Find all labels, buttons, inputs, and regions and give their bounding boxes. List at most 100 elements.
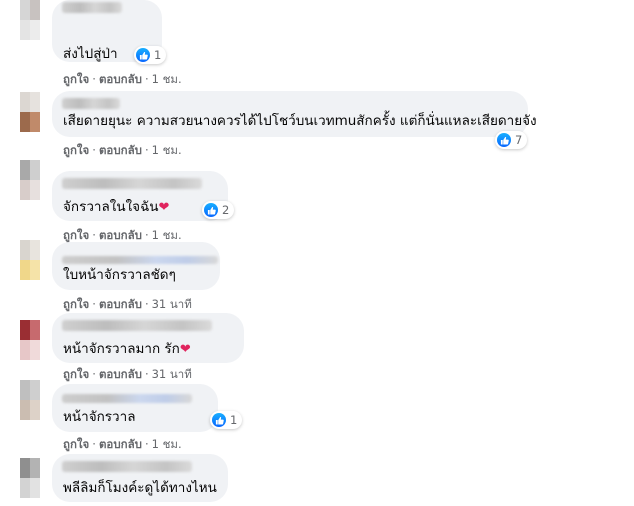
reply-button[interactable]: ตอบกลับ xyxy=(99,71,142,89)
avatar[interactable] xyxy=(20,320,40,360)
comment-text: พลีลิมก็โมงค์ะดูได้ทางไหน xyxy=(63,480,217,496)
comment-timestamp[interactable]: 1 ชม. xyxy=(152,142,182,160)
like-button[interactable]: ถูกใจ xyxy=(63,71,89,89)
avatar[interactable] xyxy=(20,458,40,498)
avatar-pixel xyxy=(30,478,40,498)
reaction-count-value: 1 xyxy=(230,413,238,427)
comment-text: หน้าจักรวาล xyxy=(63,409,136,425)
commenter-name-blurred[interactable] xyxy=(62,98,120,109)
avatar-pixel xyxy=(20,92,30,112)
comment-timestamp[interactable]: 1 ชม. xyxy=(152,436,182,454)
separator-dot: · xyxy=(144,72,149,86)
separator-dot: · xyxy=(92,228,96,242)
avatar-pixel xyxy=(30,458,40,478)
heart-emoji: ❤ xyxy=(179,342,191,357)
separator-dot: · xyxy=(144,437,149,451)
separator-dot: · xyxy=(92,437,96,451)
reply-button[interactable]: ตอบกลับ xyxy=(99,142,142,160)
avatar-pixel xyxy=(20,0,30,20)
comment-actions: ถูกใจ · ตอบกลับ · 31 นาที xyxy=(63,296,192,314)
separator-dot: · xyxy=(144,143,149,157)
comment-text: เสียดายยุนะ ความสวยนางควรได้ไปโชว์บนเวทm… xyxy=(63,113,537,129)
separator-dot: · xyxy=(92,367,96,381)
avatar[interactable] xyxy=(20,240,40,280)
avatar-pixel xyxy=(30,400,40,420)
avatar-pixel xyxy=(20,380,30,400)
reaction-count-value: 7 xyxy=(515,133,523,147)
comment-timestamp[interactable]: 31 นาที xyxy=(152,366,192,384)
reply-button[interactable]: ตอบกลับ xyxy=(99,296,142,314)
comment-actions: ถูกใจ · ตอบกลับ · 31 นาที xyxy=(63,366,192,384)
like-reaction-icon xyxy=(204,203,218,217)
avatar[interactable] xyxy=(20,92,40,132)
separator-dot: · xyxy=(92,297,96,311)
comment-text-value: หน้าจักรวาลมาก รัก xyxy=(63,341,180,357)
separator-dot: · xyxy=(144,297,149,311)
avatar-pixel xyxy=(30,20,40,40)
comment-actions: ถูกใจ · ตอบกลับ · 1 ชม. xyxy=(63,436,182,454)
comment-actions: ถูกใจ · ตอบกลับ · 1 ชม. xyxy=(63,71,182,89)
comment-text: ส่งไปสู่ป่า xyxy=(63,46,118,62)
comment-bubble: เสียดายยุนะ ความสวยนางควรได้ไปโชว์บนเวทm… xyxy=(52,91,537,137)
like-reaction-icon xyxy=(497,133,511,147)
separator-dot: · xyxy=(144,228,149,242)
comment-bubble: ใบหน้าจักรวาลชัดๆ xyxy=(52,242,220,290)
avatar-pixel xyxy=(20,20,30,40)
like-button[interactable]: ถูกใจ xyxy=(63,296,89,314)
comment-text: ใบหน้าจักรวาลชัดๆ xyxy=(63,267,176,283)
like-reaction-icon xyxy=(212,413,226,427)
reaction-count[interactable]: 1 xyxy=(134,46,167,64)
avatar-pixel xyxy=(30,180,40,200)
avatar-pixel xyxy=(30,380,40,400)
reaction-count-value: 2 xyxy=(222,203,230,217)
comment-timestamp[interactable]: 31 นาที xyxy=(152,296,192,314)
avatar-pixel xyxy=(30,340,40,360)
comment-bubble: หน้าจักรวาลมาก รัก❤ xyxy=(52,313,244,363)
comment-bubble: พลีลิมก็โมงค์ะดูได้ทางไหน xyxy=(52,454,228,502)
commenter-name-blurred[interactable] xyxy=(62,394,192,403)
comment-timestamp[interactable]: 1 ชม. xyxy=(152,71,182,89)
avatar[interactable] xyxy=(20,0,40,40)
like-button[interactable]: ถูกใจ xyxy=(63,142,89,160)
reaction-count[interactable]: 1 xyxy=(210,411,243,429)
avatar-pixel xyxy=(20,478,30,498)
avatar-pixel xyxy=(20,320,30,340)
commenter-name-blurred[interactable] xyxy=(62,2,122,13)
reaction-count[interactable]: 2 xyxy=(202,201,235,219)
separator-dot: · xyxy=(92,72,96,86)
reaction-count[interactable]: 7 xyxy=(495,131,528,149)
comment-bubble: จักรวาลในใจฉัน❤ xyxy=(52,171,228,221)
reply-button[interactable]: ตอบกลับ xyxy=(99,366,142,384)
comment-text: หน้าจักรวาลมาก รัก❤ xyxy=(63,340,191,359)
avatar-pixel xyxy=(30,260,40,280)
avatar-pixel xyxy=(30,92,40,112)
like-button[interactable]: ถูกใจ xyxy=(63,366,89,384)
avatar-pixel xyxy=(20,240,30,260)
like-reaction-icon xyxy=(136,48,150,62)
separator-dot: · xyxy=(92,143,96,157)
comment-text: จักรวาลในใจฉัน❤ xyxy=(63,198,169,217)
commenter-name-blurred[interactable] xyxy=(62,256,218,264)
commenter-name-blurred[interactable] xyxy=(62,320,212,331)
comment-bubble: หน้าจักรวาล xyxy=(52,384,218,432)
comment-text-value: จักรวาลในใจฉัน xyxy=(63,199,159,215)
avatar-pixel xyxy=(30,160,40,180)
reply-button[interactable]: ตอบกลับ xyxy=(99,436,142,454)
commenter-name-blurred[interactable] xyxy=(62,461,192,472)
avatar[interactable] xyxy=(20,380,40,420)
like-button[interactable]: ถูกใจ xyxy=(63,436,89,454)
comment-actions: ถูกใจ · ตอบกลับ · 1 ชม. xyxy=(63,142,182,160)
avatar-pixel xyxy=(30,240,40,260)
avatar-pixel xyxy=(20,400,30,420)
heart-emoji: ❤ xyxy=(158,200,170,215)
reaction-count-value: 1 xyxy=(154,48,162,62)
separator-dot: · xyxy=(144,367,149,381)
commenter-name-blurred[interactable] xyxy=(62,178,202,189)
avatar-pixel xyxy=(20,458,30,478)
avatar-pixel xyxy=(20,340,30,360)
avatar-pixel xyxy=(20,160,30,180)
avatar[interactable] xyxy=(20,160,40,200)
avatar-pixel xyxy=(30,112,40,132)
avatar-pixel xyxy=(30,0,40,20)
avatar-pixel xyxy=(20,112,30,132)
